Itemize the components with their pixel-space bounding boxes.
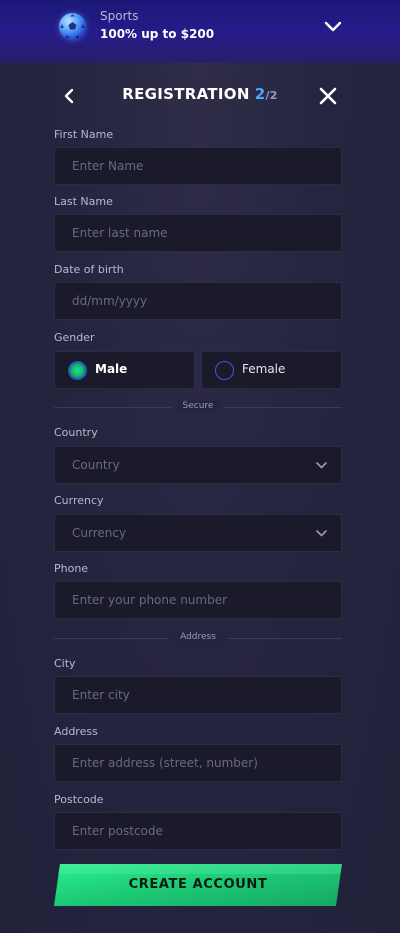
currency-select[interactable]: Currency (54, 514, 342, 552)
chevron-down-icon (316, 530, 327, 537)
country-select[interactable]: Country (54, 446, 342, 484)
gender-female-label: Female (242, 362, 286, 376)
address-field (54, 744, 342, 782)
last-name-label: Last Name (54, 195, 113, 208)
chevron-down-icon (316, 462, 327, 469)
country-placeholder: Country (72, 458, 120, 472)
postcode-field (54, 812, 342, 850)
postcode-input[interactable] (55, 813, 341, 849)
dob-input[interactable] (55, 283, 341, 319)
separator-label: Secure (54, 401, 342, 411)
step-current: 2 (254, 85, 266, 103)
city-label: City (54, 657, 76, 670)
last-name-field (54, 214, 342, 252)
promo-offer: 100% up to $200 (100, 27, 215, 41)
first-name-label: First Name (54, 128, 114, 141)
title-text: REGISTRATION (122, 85, 250, 103)
dob-label: Date of birth (54, 263, 124, 276)
gender-label: Gender (54, 331, 95, 344)
step-total: /2 (265, 89, 278, 102)
create-account-label: CREATE ACCOUNT (128, 877, 268, 892)
radio-unselected-icon[interactable] (215, 361, 234, 380)
address-label: Address (54, 725, 98, 738)
promo-category: Sports (100, 9, 139, 23)
close-icon[interactable] (318, 86, 338, 106)
first-name-input[interactable] (55, 148, 341, 184)
promo-banner[interactable]: Sports 100% up to $200 (0, 0, 400, 63)
address-separator: Address (54, 632, 342, 644)
currency-placeholder: Currency (72, 526, 127, 540)
currency-label: Currency (54, 494, 104, 507)
dob-field (54, 282, 342, 320)
create-account-button[interactable]: CREATE ACCOUNT (54, 864, 342, 906)
phone-field (54, 581, 342, 619)
first-name-field (54, 147, 342, 185)
city-field (54, 676, 342, 714)
registration-title: REGISTRATION 2/2 (0, 85, 400, 103)
phone-input[interactable] (55, 582, 341, 618)
chevron-down-icon[interactable] (322, 17, 344, 35)
country-label: Country (54, 426, 98, 439)
gender-option-female[interactable]: Female (201, 351, 342, 389)
gender-male-label: Male (95, 362, 128, 376)
city-input[interactable] (55, 677, 341, 713)
address-input[interactable] (55, 745, 341, 781)
secure-separator: Secure (54, 401, 342, 413)
radio-selected-icon[interactable] (68, 361, 87, 380)
phone-label: Phone (54, 562, 89, 575)
postcode-label: Postcode (54, 793, 104, 806)
gender-option-male[interactable]: Male (54, 351, 195, 389)
separator-label: Address (54, 632, 342, 642)
last-name-input[interactable] (55, 215, 341, 251)
soccer-ball-icon (59, 13, 86, 40)
